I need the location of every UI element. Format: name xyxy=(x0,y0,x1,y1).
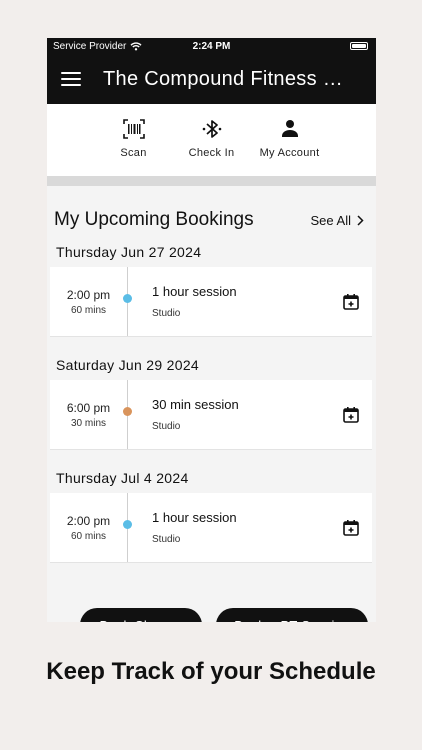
booking-location: Studio xyxy=(152,421,181,432)
chevron-right-icon xyxy=(357,214,364,226)
status-time: 2:24 PM xyxy=(192,40,231,52)
booking-info: 1 hour session Studio xyxy=(152,284,342,319)
booking-location: Studio xyxy=(152,308,181,319)
booking-duration: 30 mins xyxy=(70,417,106,429)
booking-info: 1 hour session Studio xyxy=(152,510,342,545)
booking-card[interactable]: 2:00 pm 60 mins 1 hour session Studio xyxy=(50,493,372,563)
booking-time-block: 2:00 pm 60 mins xyxy=(50,288,127,316)
add-to-calendar-icon[interactable] xyxy=(342,293,360,311)
timeline-dot xyxy=(123,520,132,529)
booking-name: 1 hour session xyxy=(152,284,237,299)
add-to-calendar-icon[interactable] xyxy=(342,406,360,424)
booking-time-block: 6:00 pm 30 mins xyxy=(50,401,127,429)
check-in-button[interactable]: Check In xyxy=(173,118,251,176)
hamburger-menu-icon[interactable] xyxy=(61,69,81,89)
barcode-icon xyxy=(122,119,145,139)
bluetooth-icon xyxy=(202,120,221,138)
scan-button[interactable]: Scan xyxy=(95,118,173,176)
booking-date: Thursday Jul 4 2024 xyxy=(56,470,189,486)
booking-name: 30 min session xyxy=(152,397,239,412)
booking-card[interactable]: 2:00 pm 60 mins 1 hour session Studio xyxy=(50,267,372,337)
page-title: The Compound Fitness Cl... xyxy=(103,67,357,90)
bookings-title: My Upcoming Bookings xyxy=(54,209,254,230)
person-icon xyxy=(281,120,298,137)
booking-name: 1 hour session xyxy=(152,510,237,525)
booking-date: Saturday Jun 29 2024 xyxy=(56,357,199,373)
add-to-calendar-icon[interactable] xyxy=(342,519,360,537)
booking-actions: Book Classes Book a PT Session xyxy=(47,608,376,622)
booking-time-block: 2:00 pm 60 mins xyxy=(50,514,127,542)
marketing-caption: Keep Track of your Schedule xyxy=(46,658,376,685)
see-all-link[interactable]: See All xyxy=(311,213,364,228)
booking-info: 30 min session Studio xyxy=(152,397,342,432)
my-account-label: My Account xyxy=(259,147,320,159)
booking-duration: 60 mins xyxy=(70,304,106,316)
section-divider xyxy=(47,176,376,186)
booking-duration: 60 mins xyxy=(70,530,106,542)
booking-location: Studio xyxy=(152,534,181,545)
scan-label: Scan xyxy=(120,147,147,159)
timeline-dot xyxy=(123,407,132,416)
app-header: The Compound Fitness Cl... xyxy=(47,54,376,104)
booking-date: Thursday Jun 27 2024 xyxy=(56,244,202,260)
check-in-label: Check In xyxy=(188,147,235,159)
booking-time: 2:00 pm xyxy=(66,287,111,302)
timeline-dot xyxy=(123,294,132,303)
see-all-label: See All xyxy=(310,212,351,228)
book-pt-session-button[interactable]: Book a PT Session xyxy=(216,608,368,622)
status-bar: Service Provider 2:24 PM xyxy=(47,38,376,54)
book-classes-button[interactable]: Book Classes xyxy=(80,608,202,622)
my-account-button[interactable]: My Account xyxy=(251,118,329,176)
quick-actions-bar: Scan Check In My Account xyxy=(47,104,376,176)
battery-icon xyxy=(350,42,368,50)
booking-time: 6:00 pm xyxy=(66,400,111,415)
bookings-header: My Upcoming Bookings See All xyxy=(47,186,376,236)
bookings-section: My Upcoming Bookings See All Thursday Ju… xyxy=(47,186,376,622)
phone-screen: Service Provider 2:24 PM The Compound Fi… xyxy=(47,38,376,622)
booking-time: 2:00 pm xyxy=(66,513,111,528)
booking-card[interactable]: 6:00 pm 30 mins 30 min session Studio xyxy=(50,380,372,450)
